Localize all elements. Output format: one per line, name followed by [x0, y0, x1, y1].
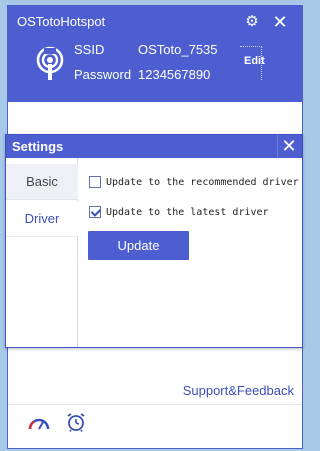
settings-header: Settings ✕ — [6, 135, 302, 158]
update-button[interactable]: Update — [88, 231, 189, 260]
ssid-label: SSID — [74, 42, 105, 57]
latest-driver-checkbox[interactable] — [89, 206, 101, 218]
settings-dialog: Settings ✕ Basic Driver Update to the re… — [5, 134, 303, 348]
settings-sidebar: Basic Driver — [6, 158, 78, 347]
alarm-clock-icon[interactable] — [66, 412, 86, 432]
close-icon[interactable]: ✕ — [277, 135, 300, 158]
option-latest-driver[interactable]: Update to the latest driver — [89, 206, 269, 218]
option-recommended-driver[interactable]: Update to the recommended driver — [89, 176, 299, 188]
recommended-driver-checkbox[interactable] — [89, 176, 101, 188]
tab-basic[interactable]: Basic — [6, 164, 78, 200]
speedometer-icon[interactable] — [28, 414, 50, 432]
gear-icon[interactable]: ⚙ — [244, 14, 260, 30]
latest-driver-label: Update to the latest driver — [106, 206, 269, 218]
app-title: OSTotoHotspot — [17, 14, 106, 29]
hotspot-icon — [36, 46, 64, 80]
edit-button[interactable]: Edit — [244, 55, 265, 67]
settings-title: Settings — [12, 139, 64, 154]
recommended-driver-label: Update to the recommended driver — [106, 176, 299, 188]
password-value: 1234567890 — [138, 67, 211, 82]
support-feedback-link[interactable]: Support&Feedback — [183, 383, 294, 398]
footer-divider — [8, 404, 302, 405]
hotspot-header: OSTotoHotspot ⚙ ✕ SSID OSToto_7535 Passw… — [8, 6, 302, 102]
password-label: Password — [74, 67, 132, 82]
tab-driver[interactable]: Driver — [6, 201, 78, 237]
close-icon[interactable]: ✕ — [270, 12, 290, 32]
ssid-value: OSToto_7535 — [138, 42, 218, 57]
